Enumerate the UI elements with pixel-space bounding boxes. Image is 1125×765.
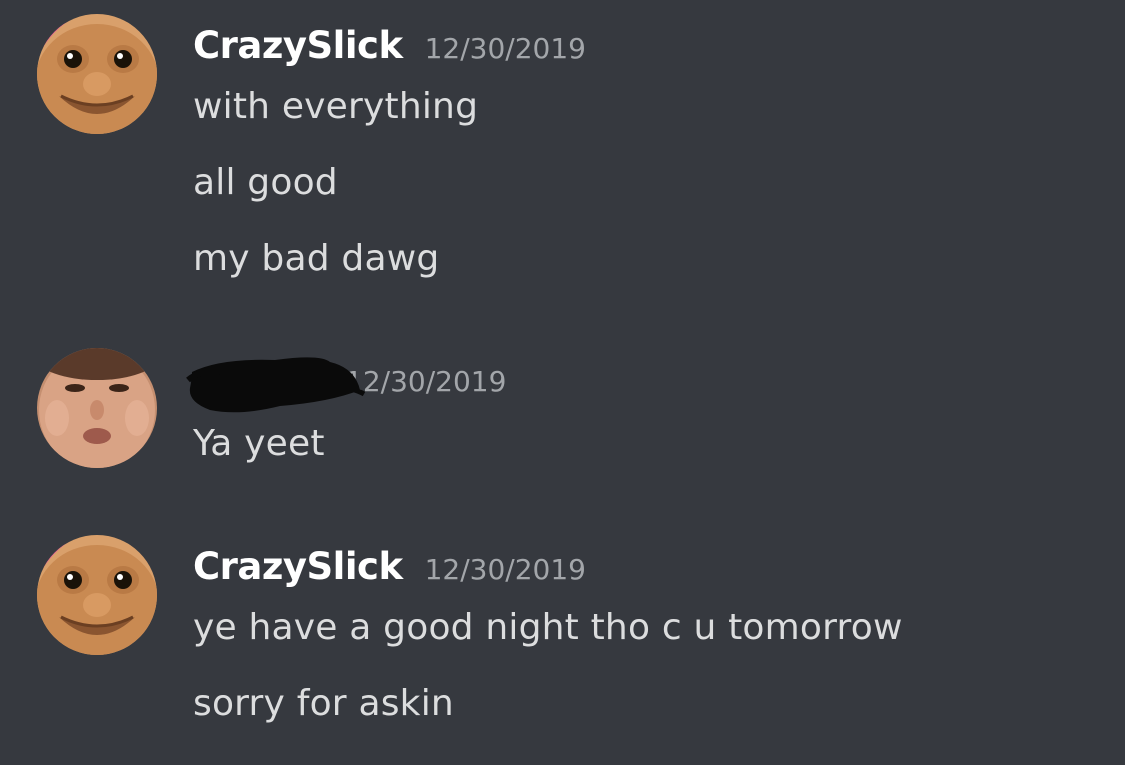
face-photo-icon <box>37 348 157 468</box>
message-group: 12/30/2019 Ya yeet <box>0 345 1125 475</box>
message-group: CrazySlick 12/30/2019 ye have a good nigh… <box>0 535 1125 755</box>
timestamp[interactable]: 12/30/2019 <box>425 553 586 586</box>
message-text: all good <box>193 162 338 203</box>
message-text: with everything <box>193 86 479 127</box>
message-text: Ya yeet <box>193 423 325 464</box>
troll-doll-icon <box>37 14 157 134</box>
message-text: my bad dawg <box>193 238 440 279</box>
troll-doll-avatar[interactable] <box>37 535 157 655</box>
troll-doll-icon <box>37 535 157 655</box>
message-header: CrazySlick 12/30/2019 <box>193 545 586 605</box>
face-avatar[interactable] <box>37 348 157 468</box>
timestamp[interactable]: 12/30/2019 <box>425 32 586 65</box>
redacted-username-mark <box>186 357 366 413</box>
username[interactable]: CrazySlick <box>193 24 403 67</box>
message-text: sorry for askin <box>193 683 454 724</box>
chat-message-list: CrazySlick 12/30/2019 with everything all… <box>0 0 1125 765</box>
message-group: CrazySlick 12/30/2019 with everything all… <box>0 12 1125 292</box>
message-text: ye have a good night tho c u tomorrow <box>193 607 903 648</box>
troll-doll-avatar[interactable] <box>37 14 157 134</box>
message-header: CrazySlick 12/30/2019 <box>193 24 586 84</box>
username[interactable]: CrazySlick <box>193 545 403 588</box>
